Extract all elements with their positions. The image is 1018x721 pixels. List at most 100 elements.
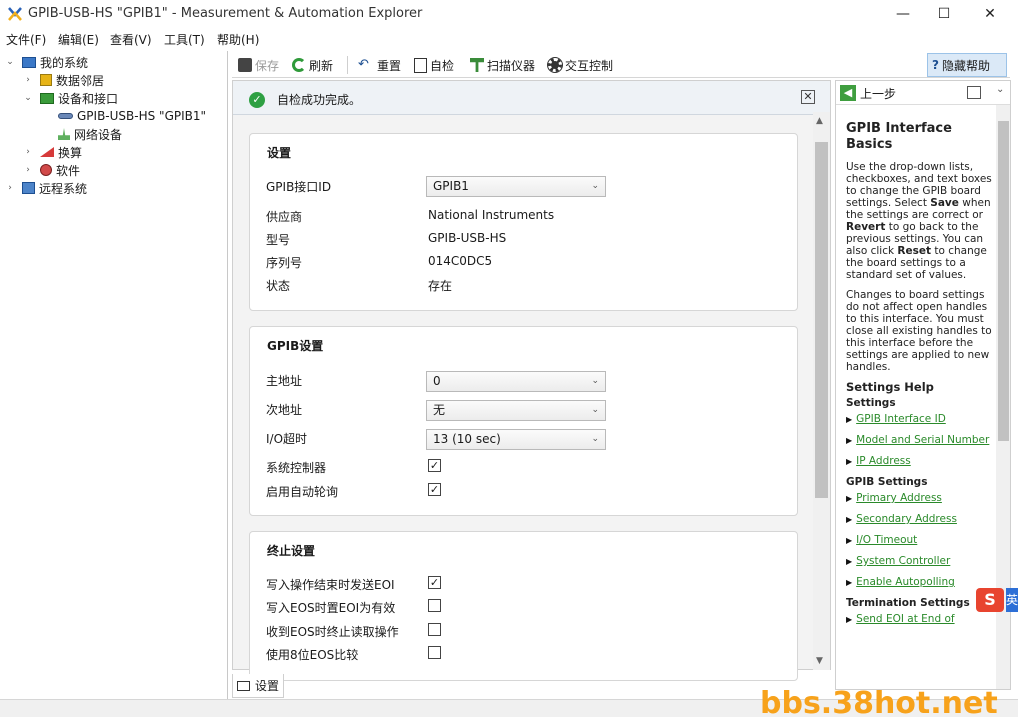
help-link[interactable]: Primary Address: [846, 492, 992, 505]
secondary-address-select[interactable]: 无 ⌄: [426, 400, 606, 421]
back-arrow-icon[interactable]: ◀: [840, 85, 856, 101]
help-question-icon: ?: [932, 58, 939, 72]
card-title: 设置: [267, 146, 292, 160]
help-link[interactable]: I/O Timeout: [846, 534, 992, 547]
tree-label: GPIB-USB-HS "GPIB1": [77, 109, 207, 123]
chevron-down-icon: ⌄: [591, 376, 599, 386]
tree-label: 网络设备: [74, 127, 123, 142]
help-link[interactable]: System Controller: [846, 555, 992, 568]
terminate-read-eos-label: 收到EOS时终止读取操作: [266, 625, 399, 639]
save-button[interactable]: 保存: [238, 55, 279, 75]
chevron-down-icon: ⌄: [591, 434, 599, 444]
status-label: 状态: [266, 279, 291, 293]
chevron-down-icon[interactable]: ⌄: [4, 57, 16, 67]
tree-item-gpib-usb-hs[interactable]: GPIB-USB-HS "GPIB1": [58, 107, 207, 125]
scrollbar-thumb[interactable]: [815, 142, 828, 498]
help-link[interactable]: Secondary Address: [846, 513, 992, 526]
chevron-down-icon: ⌄: [591, 405, 599, 415]
computer-icon: [22, 56, 36, 68]
help-link[interactable]: IP Address: [846, 455, 992, 468]
help-link[interactable]: Model and Serial Number: [846, 434, 992, 447]
system-controller-label: 系统控制器: [266, 461, 327, 475]
scrollbar-thumb[interactable]: [998, 121, 1009, 441]
assert-eoi-eos-checkbox[interactable]: [428, 599, 441, 612]
io-timeout-select[interactable]: 13 (10 sec) ⌄: [426, 429, 606, 450]
io-timeout-label: I/O超时: [266, 432, 308, 446]
tree-item-network-devices[interactable]: 网络设备: [58, 125, 122, 143]
help-back-button[interactable]: 上一步: [860, 85, 896, 102]
help-content: GPIB Interface Basics Use the drop-down …: [846, 121, 992, 634]
menu-file[interactable]: 文件(F): [6, 31, 46, 48]
secondary-address-label: 次地址: [266, 403, 303, 417]
menu-edit[interactable]: 编辑(E): [58, 31, 99, 48]
interface-id-label: GPIB接口ID: [266, 180, 332, 194]
dismiss-status-button[interactable]: ✕: [801, 90, 815, 104]
self-test-button[interactable]: 自检: [414, 55, 454, 75]
tree-label: 数据邻居: [56, 73, 105, 88]
assert-eoi-eos-label: 写入EOS时置EOI为有效: [266, 601, 396, 615]
hide-help-button[interactable]: ? 隐藏帮助: [927, 53, 1007, 77]
tree-item-data-neighborhood[interactable]: › 数据邻居: [22, 71, 104, 89]
help-link[interactable]: Send EOI at End of: [846, 613, 992, 626]
gpib-device-icon: [58, 113, 73, 119]
tab-settings[interactable]: 设置: [232, 674, 284, 698]
model-value: GPIB-USB-HS: [428, 231, 507, 245]
send-eoi-checkbox[interactable]: ✓: [428, 576, 441, 589]
tree-label: 软件: [56, 163, 81, 178]
chevron-right-icon[interactable]: ›: [22, 75, 34, 85]
self-test-icon: [414, 57, 427, 73]
tree-item-scales[interactable]: › 换算: [22, 143, 82, 161]
ime-sogou-icon[interactable]: S: [976, 588, 1004, 612]
help-options-icon[interactable]: [967, 86, 981, 99]
tree-item-devices-interfaces[interactable]: ⌄ 设备和接口: [22, 89, 118, 107]
interactive-control-icon: [547, 57, 563, 73]
settings-card: 设置 GPIB接口ID GPIB1 ⌄ 供应商 National Instrum…: [249, 133, 798, 311]
refresh-button[interactable]: 刷新: [292, 55, 333, 75]
status-value: 存在: [428, 279, 453, 293]
vendor-label: 供应商: [266, 210, 303, 224]
card-title: 终止设置: [267, 544, 316, 558]
chevron-right-icon[interactable]: ›: [22, 147, 34, 157]
help-paragraph: Changes to board settings do not affect …: [846, 289, 992, 373]
reset-button[interactable]: ↶ 重置: [358, 55, 401, 75]
chevron-down-icon[interactable]: ⌄: [22, 93, 34, 103]
interface-id-select[interactable]: GPIB1 ⌄: [426, 176, 606, 197]
chevron-down-icon[interactable]: ⌄: [996, 84, 1004, 95]
data-neighborhood-icon: [40, 74, 52, 86]
chevron-right-icon[interactable]: ›: [22, 165, 34, 175]
close-button[interactable]: ✕: [967, 0, 1013, 28]
minimize-button[interactable]: —: [880, 0, 926, 28]
help-link[interactable]: GPIB Interface ID: [846, 413, 992, 426]
interactive-control-button[interactable]: 交互控制: [547, 55, 613, 75]
menu-bar: 文件(F) 编辑(E) 查看(V) 工具(T) 帮助(H): [0, 28, 1018, 50]
tree-item-remote-systems[interactable]: › 远程系统: [4, 179, 87, 197]
remote-systems-icon: [22, 182, 35, 194]
autopolling-checkbox[interactable]: ✓: [428, 483, 441, 496]
save-icon: [238, 58, 252, 72]
tree-item-software[interactable]: › 软件: [22, 161, 80, 179]
scroll-down-icon[interactable]: ▼: [816, 656, 823, 666]
menu-view[interactable]: 查看(V): [110, 31, 152, 48]
scroll-up-icon[interactable]: ▲: [816, 116, 823, 126]
terminate-read-eos-checkbox[interactable]: [428, 623, 441, 636]
tree-label: 我的系统: [40, 55, 89, 70]
help-heading: GPIB Interface Basics: [846, 121, 952, 152]
maximize-button[interactable]: ☐: [921, 0, 967, 28]
help-navigation: ◀ 上一步 ⌄: [836, 81, 1010, 105]
menu-tools[interactable]: 工具(T): [164, 31, 205, 48]
system-controller-checkbox[interactable]: ✓: [428, 459, 441, 472]
eos-8bit-checkbox[interactable]: [428, 646, 441, 659]
chevron-right-icon[interactable]: ›: [4, 183, 16, 193]
primary-address-select[interactable]: 0 ⌄: [426, 371, 606, 392]
scales-icon: [40, 147, 54, 157]
tree-item-my-system[interactable]: ⌄ 我的系统: [4, 53, 88, 71]
refresh-icon: [292, 58, 306, 72]
settings-scrollbar[interactable]: ▲ ▼: [813, 112, 830, 670]
menu-help[interactable]: 帮助(H): [217, 31, 259, 48]
settings-panel: ✓ 自检成功完成。 ✕ 设置 GPIB接口ID GPIB1 ⌄ 供应商 Nati…: [232, 80, 831, 681]
termination-settings-card: 终止设置 写入操作结束时发送EOI ✓ 写入EOS时置EOI为有效 收到EOS时…: [249, 531, 798, 681]
help-section-title: GPIB Settings: [846, 476, 928, 488]
ime-language-indicator[interactable]: 英: [1006, 588, 1018, 612]
help-link[interactable]: Enable Autopolling: [846, 576, 992, 589]
scan-instruments-button[interactable]: 扫描仪器: [470, 55, 535, 75]
